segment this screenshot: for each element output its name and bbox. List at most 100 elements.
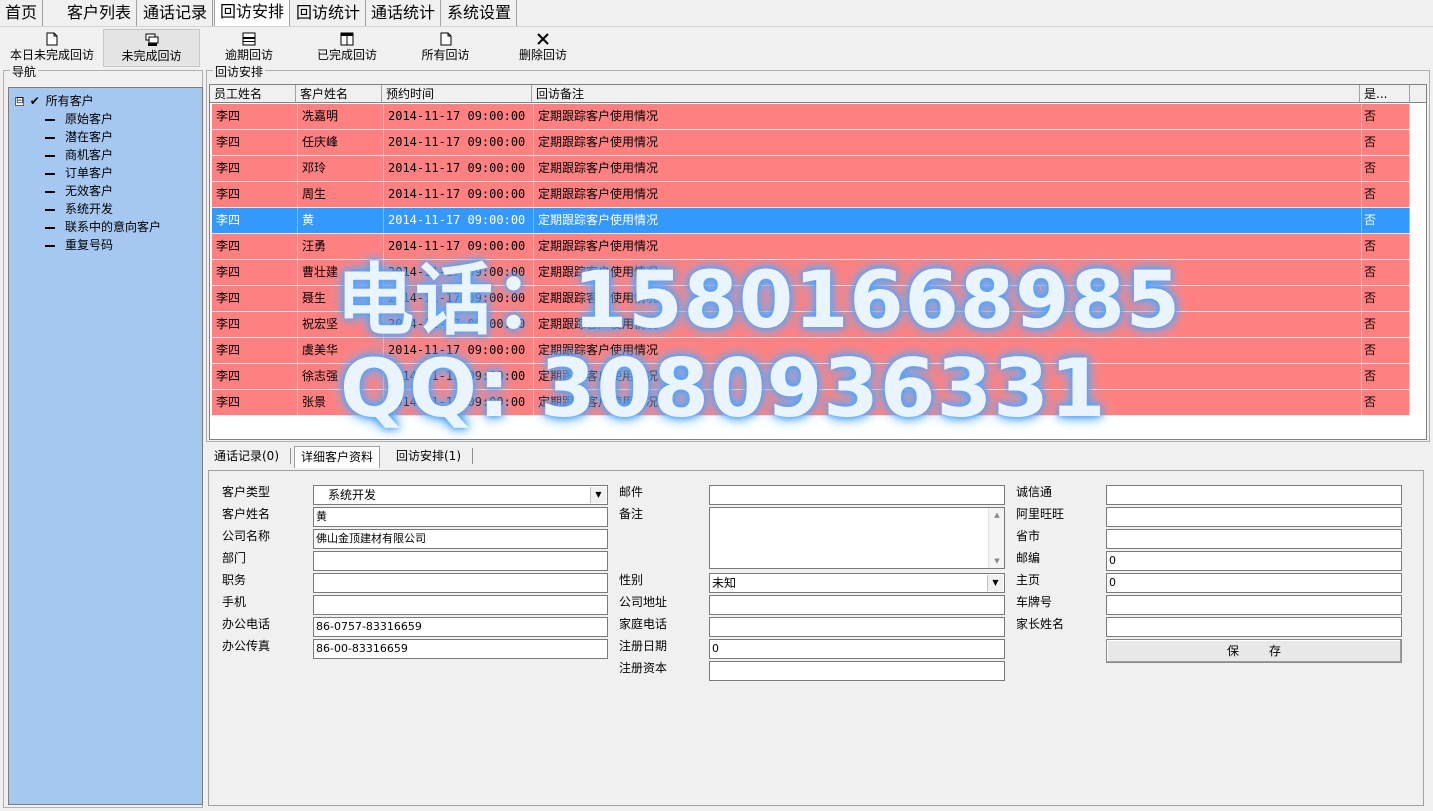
cell-employee: 李四 — [212, 156, 298, 181]
table-row[interactable]: 李四 祝宏坚 2014-11-17 09:00:00 定期跟踪客户使用情况否 — [212, 312, 1410, 338]
tree-item-potential[interactable]: 潜在客户 — [45, 128, 113, 146]
tab-call-records[interactable]: 通话记录(0) — [208, 446, 285, 468]
check-icon: ✔ — [29, 94, 40, 108]
cell-employee: 李四 — [212, 364, 298, 389]
tree-item-intent[interactable]: 联系中的意向客户 — [45, 218, 161, 236]
column-header-remark[interactable]: 回访备注 — [532, 85, 1360, 103]
tree-item-invalid[interactable]: 无效客户 — [45, 182, 113, 200]
remark-textarea[interactable]: ▲ ▼ — [709, 507, 1005, 569]
parent-name-input[interactable] — [1106, 617, 1402, 637]
cell-customer: 祝宏坚 — [298, 312, 384, 337]
menu-tab-call-stats[interactable]: 通话统计 — [366, 0, 442, 26]
column-header-employee[interactable]: 员工姓名 — [210, 85, 296, 103]
tab-customer-details[interactable]: 详细客户资料 — [294, 446, 381, 468]
page-icon — [440, 32, 451, 46]
dash-icon — [45, 244, 55, 247]
company-name-input[interactable]: 佛山金顶建材有限公司 — [313, 529, 608, 549]
label-office-phone: 办公电话 — [222, 617, 271, 631]
tree-item-duplicate[interactable]: 重复号码 — [45, 236, 113, 254]
office-fax-input[interactable]: 86-00-83316659 — [313, 639, 608, 659]
table-row[interactable]: 李四 邓玲 2014-11-17 09:00:00 定期跟踪客户使用情况否 — [212, 156, 1410, 182]
position-input[interactable] — [313, 573, 608, 593]
reg-capital-input[interactable] — [709, 661, 1005, 681]
table-row[interactable]: 李四 虞美华 2014-11-17 09:00:00 定期跟踪客户使用情况否 — [212, 338, 1410, 364]
overdue-visits-button[interactable]: 逾期回访 — [210, 29, 288, 67]
company-address-input[interactable] — [709, 595, 1005, 615]
homepage-input[interactable]: 0 — [1106, 573, 1402, 593]
reg-date-input[interactable]: 0 — [709, 639, 1005, 659]
gender-select[interactable]: 未知 ▼ — [709, 573, 1005, 593]
column-header-done[interactable]: 是... — [1360, 85, 1410, 103]
save-button[interactable]: 保存 — [1106, 639, 1402, 663]
menu-tab-settings[interactable]: 系统设置 — [442, 0, 518, 26]
all-visits-button[interactable]: 所有回访 — [408, 29, 483, 67]
cell-employee: 李四 — [212, 234, 298, 259]
tree-item-raw[interactable]: 原始客户 — [45, 110, 113, 128]
delete-visit-button[interactable]: 删除回访 — [505, 29, 581, 67]
menu-tab-customers[interactable]: 客户列表 — [62, 0, 138, 26]
mobile-input[interactable] — [313, 595, 608, 615]
customer-type-select[interactable]: 系统开发 ▼ — [313, 485, 608, 505]
menu-tab-call-records[interactable]: 通话记录 — [138, 0, 214, 26]
department-input[interactable] — [313, 551, 608, 571]
page-icon — [46, 32, 58, 46]
tree-node-all-customers[interactable]: ⊟ ✔ 所有客户 — [15, 92, 94, 110]
office-phone-input[interactable]: 86-0757-83316659 — [313, 617, 608, 637]
close-icon — [537, 33, 549, 45]
customer-name-input[interactable]: 黄 — [313, 507, 608, 527]
cell-time: 2014-11-17 09:00:00 — [384, 104, 534, 129]
tree-item-system-dev[interactable]: 系统开发 — [45, 200, 113, 218]
label-province-city: 省市 — [1016, 529, 1041, 543]
chengxintong-input[interactable] — [1106, 485, 1402, 505]
nav-legend: 导航 — [10, 63, 39, 80]
stack-icon — [145, 33, 158, 46]
collapse-icon[interactable]: ⊟ — [15, 97, 24, 106]
aliwangwang-input[interactable] — [1106, 507, 1402, 527]
table-row[interactable]: 李四 周生 2014-11-17 09:00:00 定期跟踪客户使用情况否 — [212, 182, 1410, 208]
column-header-time[interactable]: 预约时间 — [382, 85, 532, 103]
table-row[interactable]: 李四 聂生 2014-11-17 09:00:00 定期跟踪客户使用情况否 — [212, 286, 1410, 312]
table-row[interactable]: 李四 汪勇 2014-11-17 09:00:00 定期跟踪客户使用情况否 — [212, 234, 1410, 260]
menu-tab-home[interactable]: 首页 — [0, 0, 44, 26]
tab-visit-schedule[interactable]: 回访安排(1) — [390, 446, 467, 468]
tab-separator — [290, 448, 291, 464]
label-office-fax: 办公传真 — [222, 639, 271, 653]
label-parent-name: 家长姓名 — [1016, 617, 1065, 631]
chevron-down-icon[interactable]: ▼ — [590, 487, 606, 503]
label-homepage: 主页 — [1016, 573, 1041, 587]
cell-remark: 定期跟踪客户使用情况 — [534, 130, 1362, 155]
dash-icon — [45, 172, 55, 175]
home-phone-input[interactable] — [709, 617, 1005, 637]
scroll-up-icon[interactable]: ▲ — [989, 508, 1005, 522]
label-reg-capital: 注册资本 — [619, 661, 668, 675]
tool-label: 逾期回访 — [224, 48, 273, 62]
column-header-customer[interactable]: 客户姓名 — [296, 85, 382, 103]
table-row[interactable]: 李四 任庆峰 2014-11-17 09:00:00 定期跟踪客户使用情况否 — [212, 130, 1410, 156]
table-row[interactable]: 李四 张景 2014-11-17 09:00:00 定期跟踪客户使用情况否 — [212, 390, 1410, 416]
label-position: 职务 — [222, 573, 247, 587]
table-row[interactable]: 李四 曹壮建 2014-11-17 09:00:00 定期跟踪客户使用情况否 — [212, 260, 1410, 286]
menu-tab-visit-stats[interactable]: 回访统计 — [291, 0, 367, 26]
list-icon — [242, 32, 256, 46]
table-row[interactable]: 李四 冼嘉明 2014-11-17 09:00:00 定期跟踪客户使用情况否 — [212, 104, 1410, 130]
postcode-input[interactable]: 0 — [1106, 551, 1402, 571]
nav-tree: ⊟ ✔ 所有客户 原始客户 潜在客户 商机客户 订单客户 无效客户 系统开发 联… — [8, 87, 203, 805]
tree-item-opportunity[interactable]: 商机客户 — [45, 146, 113, 164]
remark-scrollbar[interactable]: ▲ ▼ — [988, 508, 1004, 568]
province-city-input[interactable] — [1106, 529, 1402, 549]
cell-employee: 李四 — [212, 390, 298, 415]
table-row[interactable]: 李四 徐志强 2014-11-17 09:00:00 定期跟踪客户使用情况否 — [212, 364, 1410, 390]
scroll-down-icon[interactable]: ▼ — [989, 554, 1005, 568]
chevron-down-icon[interactable]: ▼ — [987, 575, 1003, 591]
completed-visits-button[interactable]: 已完成回访 — [303, 29, 391, 67]
unfinished-visits-button[interactable]: 未完成回访 — [103, 29, 200, 67]
cell-done: 否 — [1360, 312, 1410, 337]
today-unfinished-button[interactable]: 本日未完成回访 — [2, 29, 102, 67]
cell-customer: 冼嘉明 — [298, 104, 384, 129]
plate-number-input[interactable] — [1106, 595, 1402, 615]
email-input[interactable] — [709, 485, 1005, 505]
table-row[interactable]: 李四黄 2014-11-17 09:00:00 定期跟踪客户使用情况否 — [212, 208, 1410, 234]
tree-item-order[interactable]: 订单客户 — [45, 164, 113, 182]
menu-tab-visit-schedule[interactable]: 回访安排 — [214, 0, 291, 26]
tool-label: 删除回访 — [518, 48, 567, 62]
